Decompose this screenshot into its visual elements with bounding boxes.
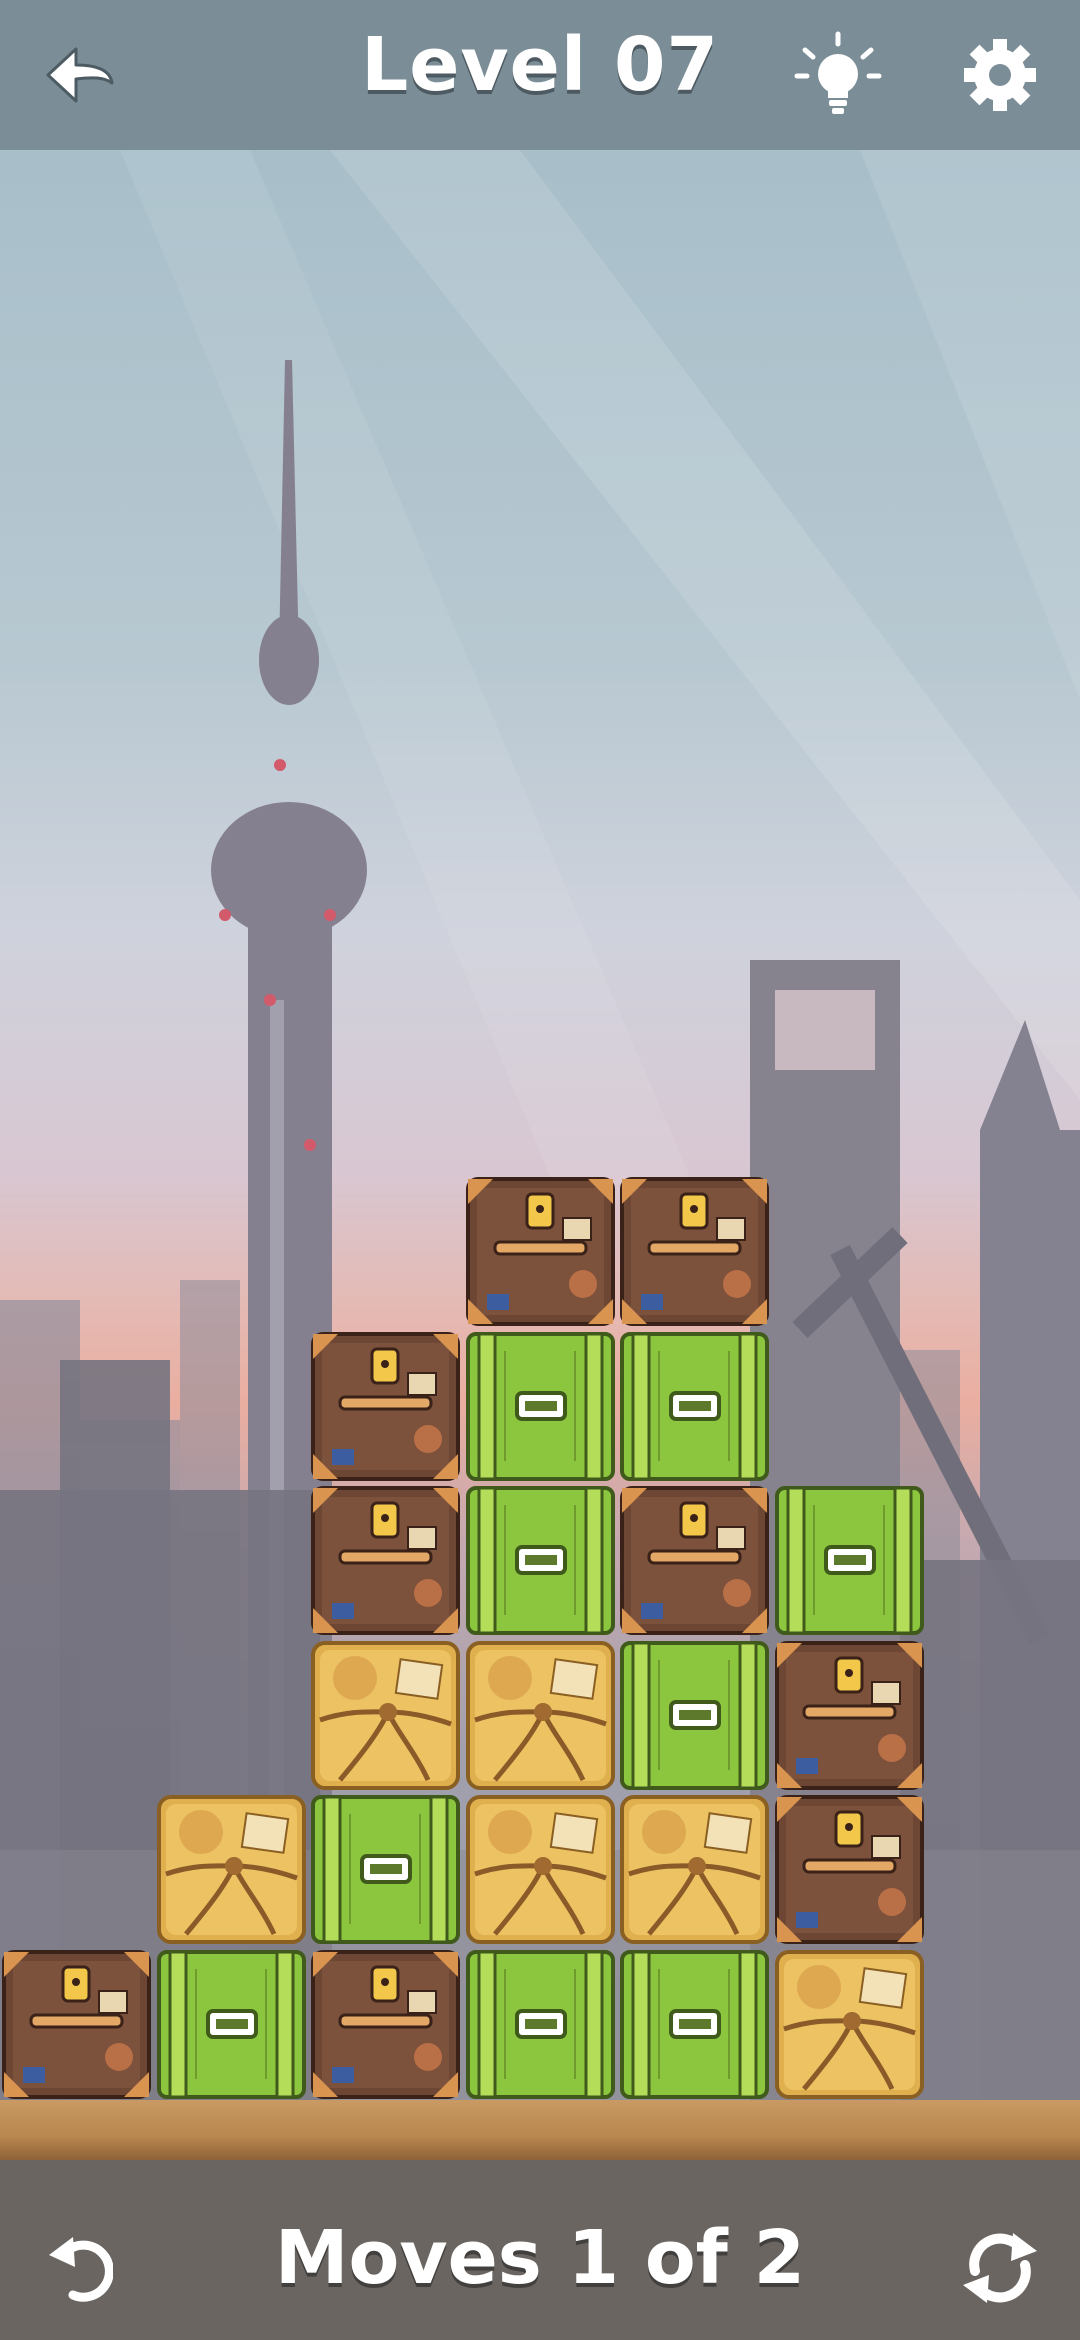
brown-suitcase-block[interactable] [1,1949,152,2100]
green-crate-block[interactable] [774,1485,925,1636]
yellow-parcel-block[interactable] [619,1794,770,1945]
gear-icon [964,39,1036,111]
brown-suitcase-block[interactable] [310,1331,461,1482]
brown-suitcase-block[interactable] [774,1794,925,1945]
brown-suitcase-block[interactable] [310,1949,461,2100]
yellow-parcel-block[interactable] [465,1794,616,1945]
brown-suitcase-block[interactable] [619,1176,770,1327]
brown-suitcase-block[interactable] [619,1485,770,1636]
green-crate-block[interactable] [465,1485,616,1636]
green-crate-block[interactable] [619,1331,770,1482]
green-crate-block[interactable] [619,1949,770,2100]
yellow-parcel-block[interactable] [156,1794,307,1945]
green-crate-block[interactable] [465,1331,616,1482]
hint-button[interactable] [788,25,888,125]
green-crate-block[interactable] [619,1640,770,1791]
green-crate-block[interactable] [465,1949,616,2100]
settings-button[interactable] [950,25,1050,125]
brown-suitcase-block[interactable] [310,1485,461,1636]
ground-ledge [0,2100,1080,2160]
restart-icon [963,2233,1037,2303]
level-title: Level 07 [361,22,719,108]
lightbulb-icon [794,31,882,114]
game-stage: Level 07 Moves 1 of 2 [0,0,1080,2340]
yellow-parcel-block[interactable] [774,1949,925,2100]
yellow-parcel-block[interactable] [310,1640,461,1791]
moves-counter: Moves 1 of 2 [274,2215,806,2301]
brown-suitcase-block[interactable] [774,1640,925,1791]
yellow-parcel-block[interactable] [465,1640,616,1791]
restart-button[interactable] [950,2218,1050,2318]
green-crate-block[interactable] [310,1794,461,1945]
brown-suitcase-block[interactable] [465,1176,616,1327]
green-crate-block[interactable] [156,1949,307,2100]
